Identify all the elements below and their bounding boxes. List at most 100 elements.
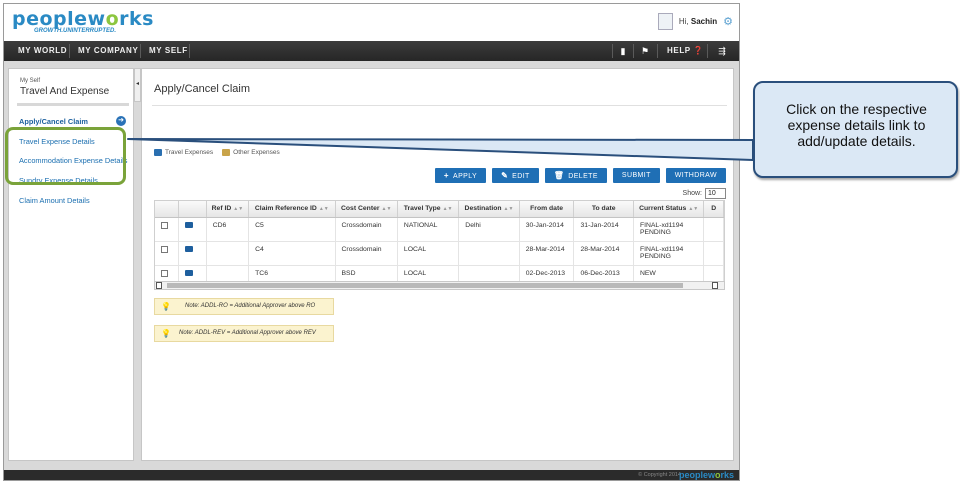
column-header-cost-center[interactable]: Cost Center ▲▼: [335, 201, 398, 218]
cell-cost-center: BSD: [335, 265, 398, 282]
plus-icon: +: [443, 171, 449, 180]
row-checkbox[interactable]: [161, 245, 168, 253]
sort-icon: ▲▼: [442, 206, 453, 213]
select-column-header: [155, 201, 180, 218]
expense-tabs: Travel Expenses Other Expenses: [154, 149, 280, 156]
gear-icon[interactable]: ⚙: [723, 15, 733, 28]
scroll-thumb[interactable]: [167, 283, 683, 288]
nav-divider: [633, 44, 634, 58]
sidebar-subtitle: My Self: [20, 78, 41, 84]
table-row[interactable]: TC6 BSD LOCAL 02-Dec-2013 06-Dec-2013 NE…: [155, 265, 724, 282]
row-checkbox[interactable]: [161, 221, 168, 229]
scroll-left-button[interactable]: [156, 282, 162, 289]
sitemap-icon[interactable]: ⇶: [711, 41, 733, 61]
divider: [152, 105, 727, 106]
table-row[interactable]: C4 Crossdomain LOCAL 28-Mar-2014 28-Mar-…: [155, 241, 724, 266]
greeting-text: Hi,: [678, 17, 689, 26]
user-area: Hi, Sachin ⚙: [657, 13, 733, 30]
avatar[interactable]: [657, 13, 673, 30]
nav-divider: [657, 44, 658, 58]
main-nav: MY WORLD MY COMPANY MY SELF ▮ ⚑ HELP ❓ ⇶: [4, 41, 739, 61]
logo-o-icon: o: [105, 8, 120, 30]
column-header-travel-type[interactable]: Travel Type ▲▼: [397, 201, 460, 218]
lightbulb-icon: 💡: [161, 329, 171, 338]
claims-table: Ref ID ▲▼ Claim Reference ID ▲▼ Cost Cente…: [154, 200, 725, 290]
note-addl-rev: 💡 Note: ADDL-REV = Additional Approver a…: [154, 325, 334, 342]
nav-divider: [189, 44, 190, 58]
sort-icon: ▲▼: [233, 206, 244, 213]
withdraw-button[interactable]: WITHDRAW: [665, 168, 726, 183]
app-header: peopleworks GROWTH.UNINTERRUPTED. Hi, Sa…: [4, 4, 739, 41]
cell-claim-reference-id: TC6: [248, 265, 336, 282]
book-icon[interactable]: ▮: [616, 41, 630, 61]
tab-travel-expenses[interactable]: Travel Expenses: [154, 149, 213, 156]
page-size-control: Show: 10: [683, 188, 726, 199]
cell-current-status: FINAL-xd1194 PENDING: [633, 241, 705, 266]
help-label: HELP: [667, 46, 691, 55]
arrow-right-icon: ➜: [116, 116, 126, 126]
sort-icon: ▲▼: [688, 206, 699, 213]
help-link[interactable]: HELP ❓: [667, 41, 704, 61]
user-name: Sachin: [690, 17, 718, 26]
content-area: My Self Travel And Expense Apply/Cancel …: [4, 61, 739, 470]
column-header-from-date[interactable]: From date: [519, 201, 575, 218]
column-header-claim-reference-id[interactable]: Claim Reference ID ▲▼: [248, 201, 336, 218]
note-addl-ro: 💡 Note: ADDL-RO = Additional Approver ab…: [154, 298, 334, 315]
cell-from-date: 02-Dec-2013: [519, 265, 575, 282]
claims-grid: Ref ID ▲▼ Claim Reference ID ▲▼ Cost Cente…: [155, 201, 724, 282]
icon-column-header: [178, 201, 207, 218]
logo-text: peoplew: [12, 8, 106, 30]
column-header-ref-id[interactable]: Ref ID ▲▼: [206, 201, 250, 218]
sidebar-item-apply-cancel-claim[interactable]: Apply/Cancel Claim: [19, 117, 88, 126]
suitcase-icon: [154, 149, 162, 156]
suitcase-icon: [185, 245, 194, 252]
sort-icon: ▲▼: [318, 206, 329, 213]
nav-divider: [707, 44, 708, 58]
lightbulb-icon: 💡: [161, 302, 171, 311]
divider: [17, 103, 129, 106]
cell-destination: Delhi: [458, 217, 520, 242]
horizontal-scrollbar[interactable]: [154, 281, 725, 290]
cell-from-date: 28-Mar-2014: [519, 241, 575, 266]
table-row[interactable]: CD6 C5 Crossdomain NATIONAL Delhi 30-Jan…: [155, 217, 724, 242]
nav-my-company[interactable]: MY COMPANY: [78, 41, 138, 61]
cell-from-date: 30-Jan-2014: [519, 217, 575, 242]
cell-current-status: NEW: [633, 265, 705, 282]
nav-divider: [612, 44, 613, 58]
sidebar-item-claim-amount-details[interactable]: Claim Amount Details: [19, 196, 90, 205]
tab-other-expenses[interactable]: Other Expenses: [222, 149, 280, 156]
sort-icon: ▲▼: [381, 206, 392, 213]
flag-icon[interactable]: ⚑: [637, 41, 653, 61]
cell-claim-reference-id: C4: [248, 241, 336, 266]
tab-label: Other Expenses: [233, 149, 280, 156]
nav-my-world[interactable]: MY WORLD: [18, 41, 67, 61]
page-size-select[interactable]: 10: [705, 188, 726, 199]
cell-ref-id: CD6: [206, 217, 250, 242]
submit-button[interactable]: SUBMIT: [612, 168, 660, 183]
cell-destination: [458, 265, 520, 282]
logo-text-end: rks: [119, 8, 154, 30]
column-header-destination[interactable]: Destination ▲▼: [458, 201, 520, 218]
nav-my-self[interactable]: MY SELF: [149, 41, 188, 61]
edit-button[interactable]: ✎ EDIT: [492, 168, 539, 183]
column-header-to-date[interactable]: To date: [573, 201, 634, 218]
cell-current-status: FINAL-xd1194 PENDING: [633, 217, 705, 242]
table-header-row: Ref ID ▲▼ Claim Reference ID ▲▼ Cost Cente…: [155, 201, 724, 218]
peopleworks-logo[interactable]: peopleworks GROWTH.UNINTERRUPTED.: [12, 8, 154, 35]
collapse-sidebar-button[interactable]: ◂: [134, 68, 141, 102]
apply-button[interactable]: + APPLY: [434, 168, 487, 183]
scroll-right-button[interactable]: [712, 282, 718, 289]
page-title: Apply/Cancel Claim: [154, 83, 250, 95]
cell-travel-type: NATIONAL: [397, 217, 460, 242]
column-header-current-status[interactable]: Current Status ▲▼: [633, 201, 705, 218]
app-footer: © Copyright 2014 peopleworks: [4, 470, 739, 480]
row-checkbox[interactable]: [161, 269, 168, 277]
pencil-icon: ✎: [501, 171, 509, 180]
nav-divider: [140, 44, 141, 58]
show-label: Show:: [682, 190, 702, 197]
receipt-icon: [222, 149, 231, 156]
nav-divider: [69, 44, 70, 58]
column-header-d[interactable]: D: [703, 201, 724, 218]
delete-button[interactable]: 🗑 DELETE: [544, 168, 607, 183]
cell-to-date: 31-Jan-2014: [573, 217, 634, 242]
